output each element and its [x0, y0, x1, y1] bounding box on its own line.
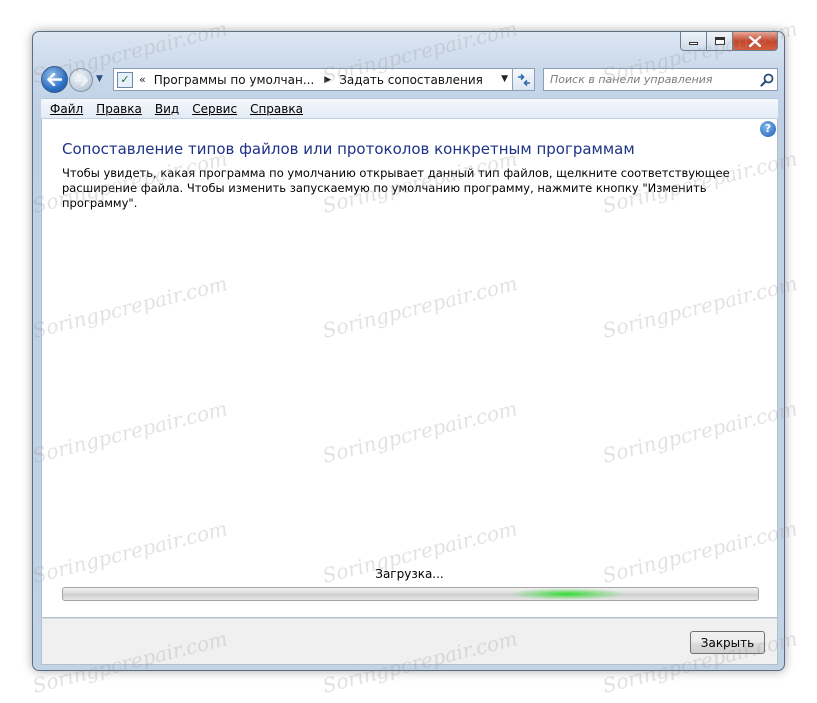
- menu-bar: Файл Правка Вид Сервис Справка: [41, 98, 778, 118]
- menu-file-label: айл: [60, 101, 84, 116]
- menu-tools-label: ервис: [200, 101, 238, 116]
- control-panel-icon: ✓: [117, 71, 133, 88]
- address-bar[interactable]: ✓ « Программы по умолчан... ▶ Задать соп…: [113, 68, 513, 91]
- menu-tools[interactable]: Сервис: [192, 102, 237, 116]
- address-dropdown-icon[interactable]: ▼: [501, 74, 508, 84]
- loading-label: Загрузка...: [375, 567, 444, 581]
- navigation-bar: ▼ ✓ « Программы по умолчан... ▶ Задать с…: [41, 66, 778, 94]
- control-panel-window: ▼ ✓ « Программы по умолчан... ▶ Задать с…: [32, 31, 785, 671]
- search-button[interactable]: [757, 70, 777, 90]
- main-content: ? Сопоставление типов файлов или протоко…: [41, 119, 778, 618]
- breadcrumb-separator-icon[interactable]: ▶: [324, 75, 331, 85]
- forward-arrow-icon: [74, 74, 88, 86]
- dialog-footer: Закрыть: [41, 618, 778, 665]
- menu-edit-accel: П: [96, 101, 106, 116]
- page-title: Сопоставление типов файлов или протоколо…: [62, 140, 635, 158]
- loading-progress-bar: [62, 587, 759, 601]
- menu-help[interactable]: Справка: [250, 102, 303, 116]
- back-button[interactable]: [41, 66, 68, 93]
- breadcrumb-set-associations[interactable]: Задать сопоставления: [339, 73, 483, 87]
- menu-view-accel: В: [154, 101, 164, 116]
- back-arrow-icon: [47, 73, 62, 86]
- menu-help-label: правка: [258, 101, 303, 116]
- page-description: Чтобы увидеть, какая программа по умолча…: [62, 166, 730, 210]
- help-icon[interactable]: ?: [760, 121, 776, 137]
- menu-file-accel: Ф: [50, 101, 61, 116]
- close-window-button[interactable]: [733, 32, 778, 51]
- maximize-icon: [714, 37, 725, 45]
- forward-button[interactable]: [69, 68, 93, 92]
- close-icon: [749, 35, 761, 47]
- search-input[interactable]: [544, 69, 757, 90]
- refresh-button[interactable]: [513, 68, 535, 91]
- refresh-icon: [517, 73, 530, 86]
- minimize-button[interactable]: [680, 32, 707, 51]
- breadcrumb-overflow-icon[interactable]: «: [139, 73, 146, 86]
- search-icon: [760, 73, 774, 87]
- menu-edit-label: равка: [105, 101, 142, 116]
- menu-file[interactable]: Файл: [50, 102, 83, 116]
- maximize-button[interactable]: [707, 32, 733, 51]
- breadcrumb-default-programs[interactable]: Программы по умолчан...: [154, 73, 315, 87]
- menu-view-label: ид: [163, 101, 180, 116]
- caption-buttons: [680, 32, 778, 51]
- recent-pages-dropdown-icon[interactable]: ▼: [96, 74, 103, 84]
- menu-edit[interactable]: Правка: [96, 102, 142, 116]
- search-box[interactable]: [543, 68, 778, 91]
- minimize-icon: [689, 42, 698, 45]
- progress-marquee-glow: [507, 588, 627, 600]
- menu-tools-accel: С: [192, 101, 201, 116]
- menu-view[interactable]: Вид: [155, 102, 179, 116]
- close-button[interactable]: Закрыть: [690, 631, 765, 654]
